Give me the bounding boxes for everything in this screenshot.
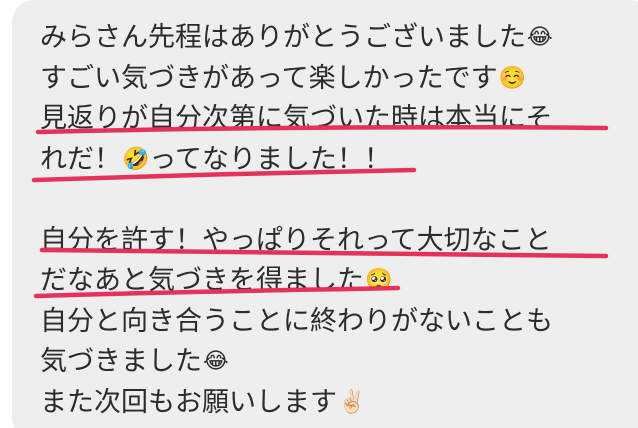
rolling-laughing-emoji-icon: 🤣 (122, 146, 150, 172)
chat-screen: みらさん先程はありがとうございました😂 すごい気づきがあって楽しかったです☺️ … (0, 0, 638, 428)
message-text: みらさん先程はありがとうございました😂 すごい気づきがあって楽しかったです☺️ … (40, 18, 630, 423)
message-line-1: みらさん先程はありがとうございました😂 (40, 18, 630, 59)
message-line-9: また次回もお願いします✌🏻 (40, 383, 630, 424)
tears-of-joy-emoji-icon: 😂 (527, 25, 553, 50)
message-line-6: だなあと気づきを得ました🥺 (40, 261, 630, 302)
message-line-7: 自分と向き合うことに終わりがないことも (40, 305, 553, 337)
smiling-face-emoji-icon: ☺️ (498, 65, 527, 91)
message-line-8: 気づきました😂 (40, 342, 630, 383)
message-line-3: 見返りが自分次第に気づいた時は本当にそ (40, 103, 553, 134)
victory-hand-emoji-icon: ✌🏻 (338, 389, 366, 415)
tears-of-joy-emoji-icon: 😂 (203, 349, 229, 374)
message-line-2: すごい気づきがあって楽しかったです☺️ (40, 59, 630, 100)
message-line-5: 自分を許す！やっぱりそれって大切なこと (40, 224, 552, 256)
message-line-4: れだ！🤣ってなりました！！ (40, 140, 630, 181)
pleading-face-emoji-icon: 🥺 (365, 268, 393, 293)
